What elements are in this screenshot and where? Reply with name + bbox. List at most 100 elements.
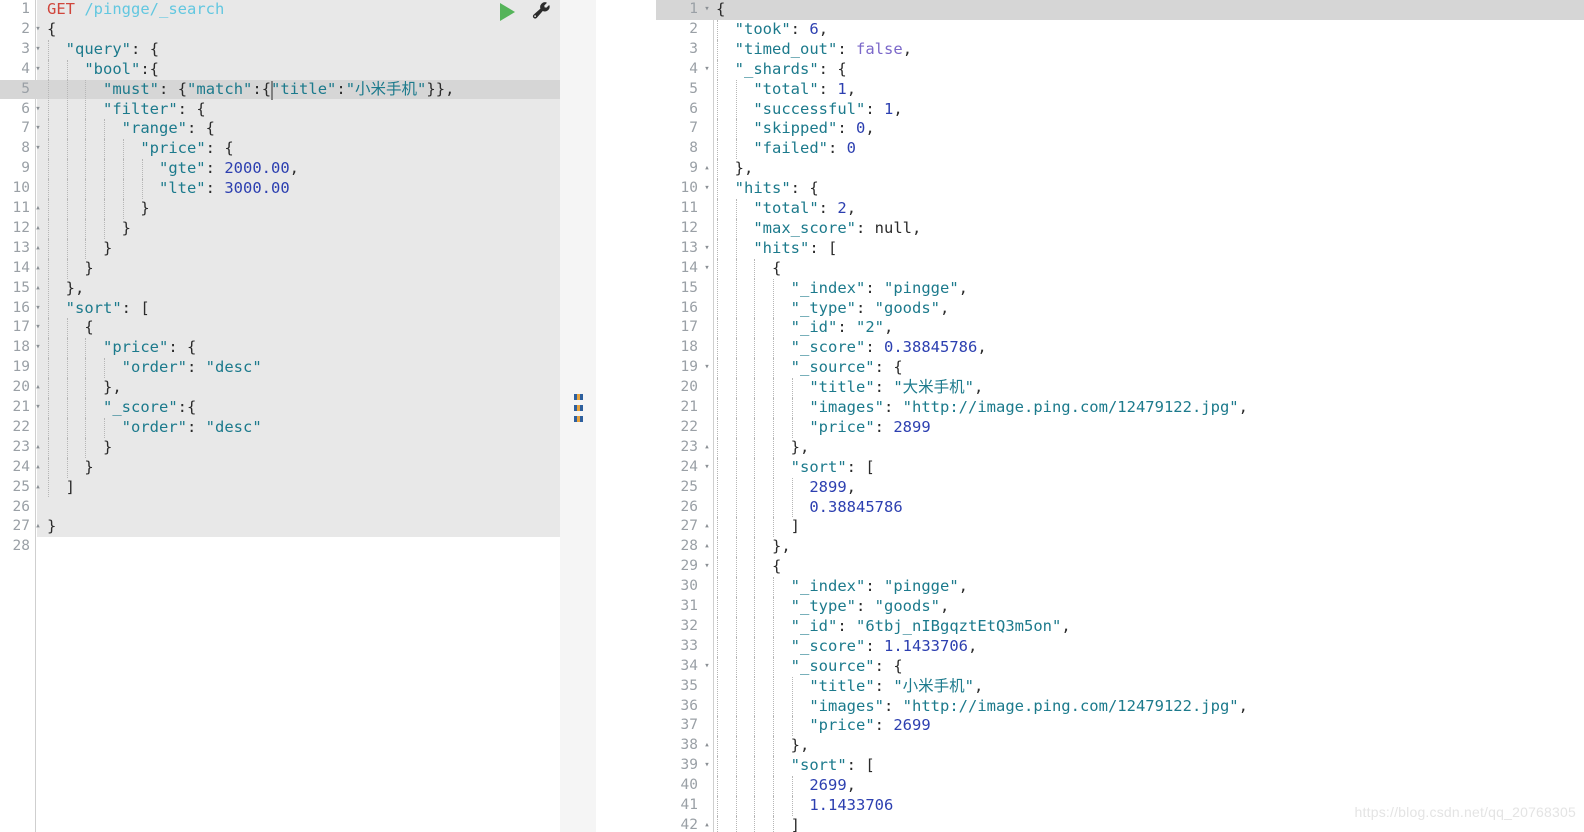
fold-open-icon[interactable]: ▾ bbox=[701, 60, 713, 80]
code-line[interactable]: 10 ▾ "hits": { bbox=[656, 179, 1584, 199]
fold-open-icon[interactable]: ▾ bbox=[32, 299, 44, 319]
code-line[interactable]: 28 bbox=[0, 537, 560, 557]
fold-open-icon[interactable]: ▾ bbox=[32, 20, 44, 40]
code-line[interactable]: 16 "_type": "goods", bbox=[656, 298, 1584, 319]
code-line[interactable]: 33 "_score": 1.1433706, bbox=[656, 636, 1584, 657]
fold-close-icon[interactable]: ▴ bbox=[701, 159, 713, 179]
code-line[interactable]: 38 ▴ }, bbox=[656, 736, 1584, 757]
code-line[interactable]: 17 ▾ { bbox=[0, 318, 560, 339]
fold-open-icon[interactable]: ▾ bbox=[701, 358, 713, 378]
pane-divider[interactable] bbox=[560, 0, 656, 832]
code-line[interactable]: 4 ▾ "_shards": { bbox=[656, 59, 1584, 80]
code-line[interactable]: 19 "order": "desc" bbox=[0, 358, 560, 379]
code-line[interactable]: 35 "title": "小米手机", bbox=[656, 676, 1584, 697]
fold-close-icon[interactable]: ▴ bbox=[701, 438, 713, 458]
code-line[interactable]: 7 ▾ "range": { bbox=[0, 119, 560, 140]
code-line[interactable]: 2 ▾{ bbox=[0, 20, 560, 40]
code-line[interactable]: 2 "took": 6, bbox=[656, 19, 1584, 40]
code-line[interactable]: 18 ▾ "price": { bbox=[0, 338, 560, 359]
fold-open-icon[interactable]: ▾ bbox=[32, 139, 44, 159]
code-line[interactable]: 19 ▾ "_source": { bbox=[656, 358, 1584, 379]
code-line[interactable]: 5 "total": 1, bbox=[656, 79, 1584, 100]
fold-open-icon[interactable]: ▾ bbox=[701, 657, 713, 677]
code-line[interactable]: 31 "_type": "goods", bbox=[656, 597, 1584, 617]
play-icon[interactable] bbox=[500, 3, 515, 21]
fold-open-icon[interactable]: ▾ bbox=[32, 119, 44, 139]
code-line[interactable]: 12 "max_score": null, bbox=[656, 218, 1584, 239]
fold-open-icon[interactable]: ▾ bbox=[701, 239, 713, 259]
fold-close-icon[interactable]: ▴ bbox=[32, 478, 44, 498]
response-viewer-lines[interactable]: 1 ▾{2 "took": 6, 3 "timed_out": false, 4 ▾ "… bbox=[656, 0, 1584, 832]
code-line[interactable]: 7 "skipped": 0, bbox=[656, 119, 1584, 140]
code-line[interactable]: 23 ▴ } bbox=[0, 437, 560, 458]
code-line[interactable]: 6 ▾ "filter": { bbox=[0, 99, 560, 120]
fold-open-icon[interactable]: ▾ bbox=[701, 0, 713, 20]
fold-close-icon[interactable]: ▴ bbox=[32, 458, 44, 478]
code-line[interactable]: 30 "_index": "pingge", bbox=[656, 577, 1584, 597]
fold-close-icon[interactable]: ▴ bbox=[32, 378, 44, 398]
code-line[interactable]: 14 ▾ { bbox=[656, 258, 1584, 279]
code-line[interactable]: 9 "gte": 2000.00, bbox=[0, 159, 560, 180]
code-line[interactable]: 22 "price": 2899 bbox=[656, 417, 1584, 438]
code-line[interactable]: 13 ▾ "hits": [ bbox=[656, 238, 1584, 259]
fold-close-icon[interactable]: ▴ bbox=[32, 438, 44, 458]
wrench-icon[interactable] bbox=[531, 1, 552, 23]
fold-open-icon[interactable]: ▾ bbox=[32, 398, 44, 418]
code-line[interactable]: 22 "order": "desc" bbox=[0, 417, 560, 438]
code-line[interactable]: 11 ▴ } bbox=[0, 199, 560, 219]
code-line[interactable]: 6 "successful": 1, bbox=[656, 99, 1584, 120]
fold-open-icon[interactable]: ▾ bbox=[32, 100, 44, 120]
code-line[interactable]: 24 ▾ "sort": [ bbox=[656, 457, 1584, 478]
fold-close-icon[interactable]: ▴ bbox=[32, 517, 44, 537]
code-line[interactable]: 34 ▾ "_source": { bbox=[656, 656, 1584, 677]
code-line[interactable]: 15 "_index": "pingge", bbox=[656, 278, 1584, 299]
fold-close-icon[interactable]: ▴ bbox=[701, 816, 713, 832]
fold-open-icon[interactable]: ▾ bbox=[32, 40, 44, 60]
code-line[interactable]: 14 ▴ } bbox=[0, 258, 560, 279]
fold-close-icon[interactable]: ▴ bbox=[32, 239, 44, 259]
fold-open-icon[interactable]: ▾ bbox=[701, 756, 713, 776]
code-line[interactable]: 1 ▾{ bbox=[656, 0, 1584, 20]
code-line[interactable]: 3 ▾ "query": { bbox=[0, 39, 560, 60]
code-line[interactable]: 10 "lte": 3000.00 bbox=[0, 179, 560, 199]
code-line[interactable]: 3 "timed_out": false, bbox=[656, 39, 1584, 60]
code-line[interactable]: 20 "title": "大米手机", bbox=[656, 378, 1584, 398]
code-line[interactable]: 36 "images": "http://image.ping.com/1247… bbox=[656, 696, 1584, 717]
code-line[interactable]: 32 "_id": "6tbj_nIBgqztEtQ3m5on", bbox=[656, 616, 1584, 637]
fold-open-icon[interactable]: ▾ bbox=[701, 179, 713, 199]
code-line[interactable]: 25 2899, bbox=[656, 477, 1584, 498]
code-line[interactable]: 5 "must": {"match":{"title":"小米手机"}}, bbox=[0, 79, 560, 100]
code-line[interactable]: 26 bbox=[0, 498, 560, 518]
code-line[interactable]: 40 2699, bbox=[656, 776, 1584, 796]
fold-close-icon[interactable]: ▴ bbox=[32, 199, 44, 219]
code-line[interactable]: 17 "_id": "2", bbox=[656, 318, 1584, 339]
fold-open-icon[interactable]: ▾ bbox=[32, 318, 44, 338]
fold-close-icon[interactable]: ▴ bbox=[32, 219, 44, 239]
fold-open-icon[interactable]: ▾ bbox=[32, 338, 44, 358]
fold-open-icon[interactable]: ▾ bbox=[701, 259, 713, 279]
code-line[interactable]: 29 ▾ { bbox=[656, 557, 1584, 578]
code-line[interactable]: 27 ▴} bbox=[0, 517, 560, 537]
code-line[interactable]: 27 ▴ ] bbox=[656, 517, 1584, 538]
divider-drag-handle[interactable] bbox=[574, 394, 583, 422]
fold-open-icon[interactable]: ▾ bbox=[701, 458, 713, 478]
code-line[interactable]: 4 ▾ "bool":{ bbox=[0, 59, 560, 80]
code-line[interactable]: 39 ▾ "sort": [ bbox=[656, 756, 1584, 777]
code-line[interactable]: 26 0.38845786 bbox=[656, 497, 1584, 518]
code-line[interactable]: 8 "failed": 0 bbox=[656, 139, 1584, 160]
code-line[interactable]: 21 "images": "http://image.ping.com/1247… bbox=[656, 398, 1584, 418]
fold-close-icon[interactable]: ▴ bbox=[32, 279, 44, 299]
fold-open-icon[interactable]: ▾ bbox=[32, 60, 44, 80]
fold-close-icon[interactable]: ▴ bbox=[701, 517, 713, 537]
code-line[interactable]: 12 ▴ } bbox=[0, 218, 560, 239]
code-line[interactable]: 8 ▾ "price": { bbox=[0, 139, 560, 160]
fold-close-icon[interactable]: ▴ bbox=[32, 259, 44, 279]
fold-close-icon[interactable]: ▴ bbox=[701, 537, 713, 557]
code-line[interactable]: 13 ▴ } bbox=[0, 238, 560, 259]
code-line[interactable]: 1 GET /pingge/_search bbox=[0, 0, 560, 20]
fold-open-icon[interactable]: ▾ bbox=[701, 557, 713, 577]
code-line[interactable]: 25 ▴ ] bbox=[0, 477, 560, 498]
code-line[interactable]: 24 ▴ } bbox=[0, 457, 560, 478]
fold-close-icon[interactable]: ▴ bbox=[701, 736, 713, 756]
code-line[interactable]: 23 ▴ }, bbox=[656, 437, 1584, 458]
